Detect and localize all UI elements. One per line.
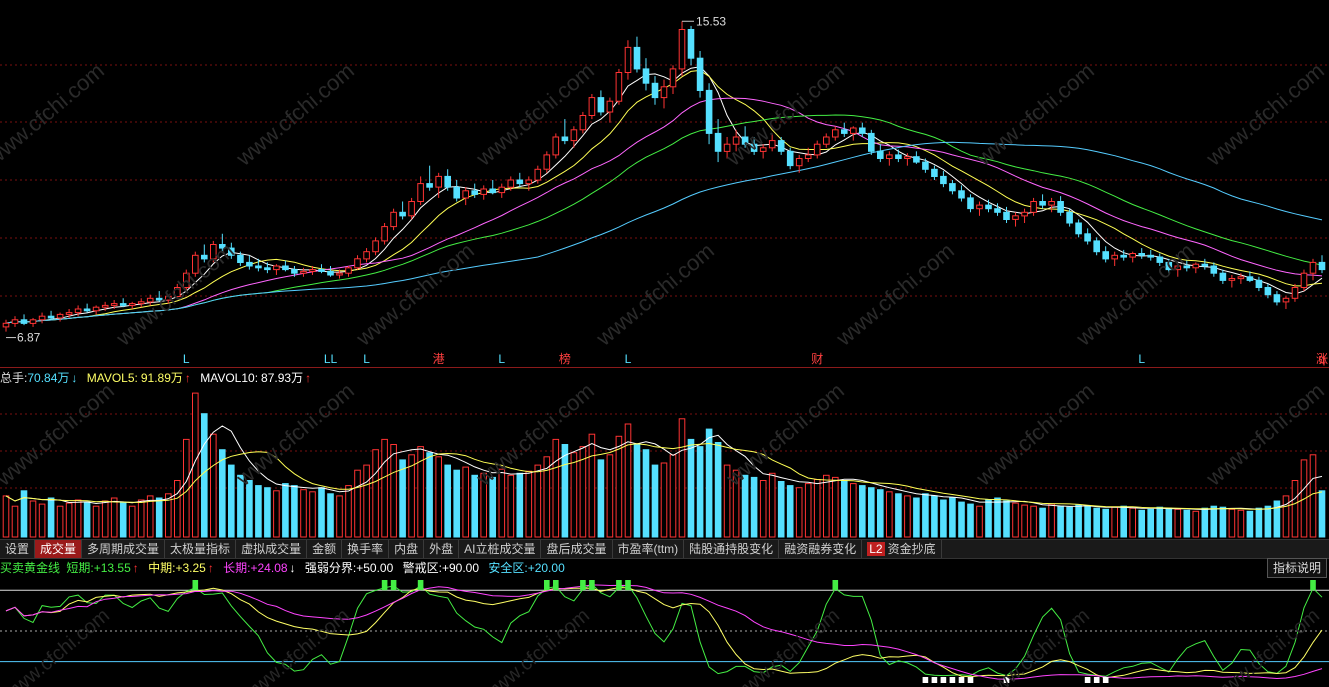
overbought-block <box>616 580 622 591</box>
overbought-block <box>625 580 631 591</box>
oversold-block <box>940 677 947 683</box>
oversold-block <box>949 677 956 683</box>
long-line <box>5 584 1323 680</box>
oversold-block <box>922 677 929 683</box>
watermark: www.cfchi.com <box>238 604 354 687</box>
oversold-block <box>1102 677 1109 683</box>
overbought-block <box>553 580 559 591</box>
indicator-chart[interactable]: www.cfchi.com www.cfchi.com www.cfchi.com w… <box>0 0 1329 687</box>
overbought-block <box>390 580 397 591</box>
oversold-block <box>958 677 965 683</box>
overbought-block <box>589 580 595 591</box>
oversold-block <box>1084 677 1091 683</box>
watermark: www.cfchi.com <box>0 604 114 687</box>
overbought-block <box>544 580 550 591</box>
watermark: www.cfchi.com <box>1208 604 1324 687</box>
overbought-block <box>832 580 839 591</box>
oversold-block <box>1093 677 1100 683</box>
overbought-block <box>580 580 586 591</box>
watermark: www.cfchi.com <box>478 604 594 687</box>
oversold-block <box>967 677 974 683</box>
mid-line <box>5 587 1323 679</box>
overbought-block <box>417 580 424 591</box>
overbought-block <box>381 580 388 591</box>
oversold-block <box>931 677 938 683</box>
watermark: www.cfchi.com <box>728 604 844 687</box>
overbought-block <box>1310 580 1316 591</box>
short-line <box>5 583 1323 677</box>
overbought-block <box>192 580 199 591</box>
